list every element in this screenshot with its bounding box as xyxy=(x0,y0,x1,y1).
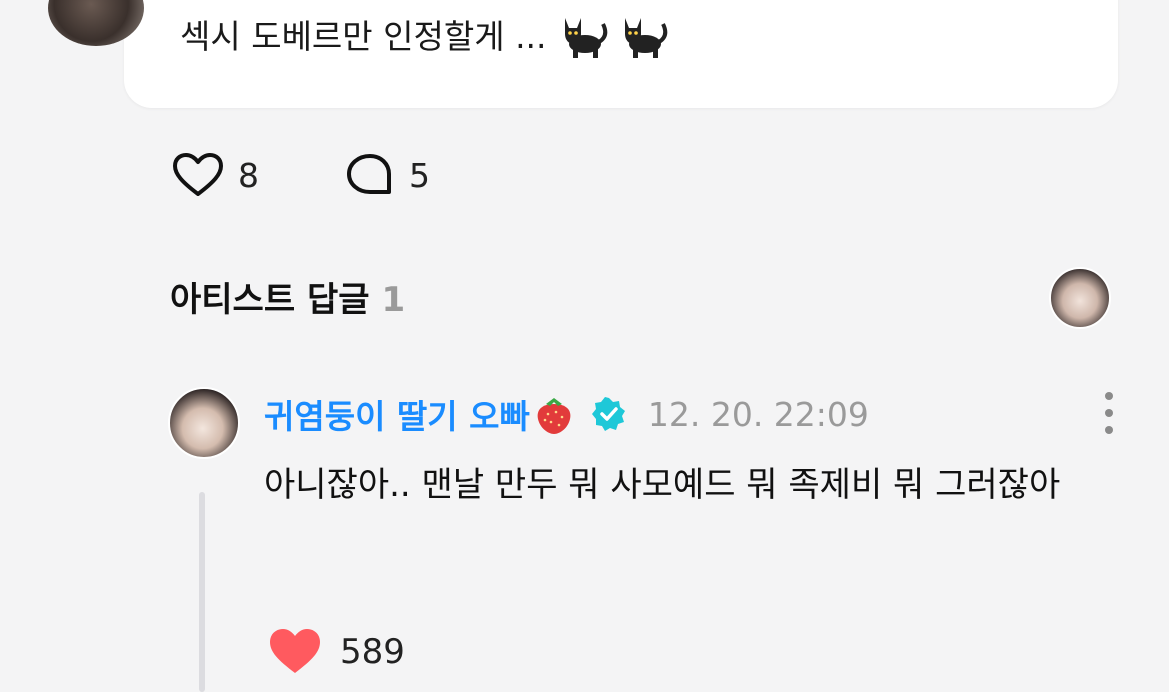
artist-replies-header: 아티스트 답글 1 xyxy=(170,272,405,321)
reply-text: 아니잖아.. 맨날 만두 뭐 사모예드 뭐 족제비 뭐 그러잖아 xyxy=(264,465,1061,505)
reply-timestamp: 12. 20. 22:09 xyxy=(647,394,869,434)
artist-avatar[interactable] xyxy=(1049,267,1111,329)
reply-like-count: 589 xyxy=(340,632,405,672)
reply-author-name[interactable]: 귀염둥이 딸기 오빠 xyxy=(264,390,530,438)
more-dot-icon xyxy=(1105,392,1113,400)
comment-bubble-icon xyxy=(347,154,391,194)
heart-filled-icon xyxy=(270,629,320,673)
section-count: 1 xyxy=(381,280,406,320)
heart-outline-icon xyxy=(173,153,223,196)
like-button[interactable]: 8 xyxy=(172,152,259,198)
cat-emoji-icon xyxy=(564,18,607,58)
reply-author-avatar[interactable] xyxy=(168,387,240,459)
post-emoji xyxy=(555,10,669,58)
thread-line xyxy=(199,492,205,692)
post-bubble: 섹시 도베르만 인정할게 ... xyxy=(124,0,1118,108)
post-text: 섹시 도베르만 인정할게 ... xyxy=(180,17,547,56)
more-dot-icon xyxy=(1105,409,1113,417)
cat-emoji-icon xyxy=(624,18,667,58)
comment-count: 5 xyxy=(409,155,430,195)
more-options-button[interactable] xyxy=(1096,392,1122,434)
reply-header: 귀염둥이 딸기 오빠 12. 20. 22:09 xyxy=(264,390,869,438)
more-dot-icon xyxy=(1105,426,1113,434)
post-actions: 8 5 xyxy=(172,152,430,198)
like-count: 8 xyxy=(238,155,259,195)
reply-like-button[interactable]: 589 xyxy=(268,628,405,676)
section-title: 아티스트 답글 xyxy=(170,280,370,320)
verified-badge-icon xyxy=(591,397,625,431)
strawberry-emoji-icon xyxy=(537,398,571,434)
comment-button[interactable]: 5 xyxy=(345,152,430,198)
post-text-row: 섹시 도베르만 인정할게 ... xyxy=(180,10,669,58)
